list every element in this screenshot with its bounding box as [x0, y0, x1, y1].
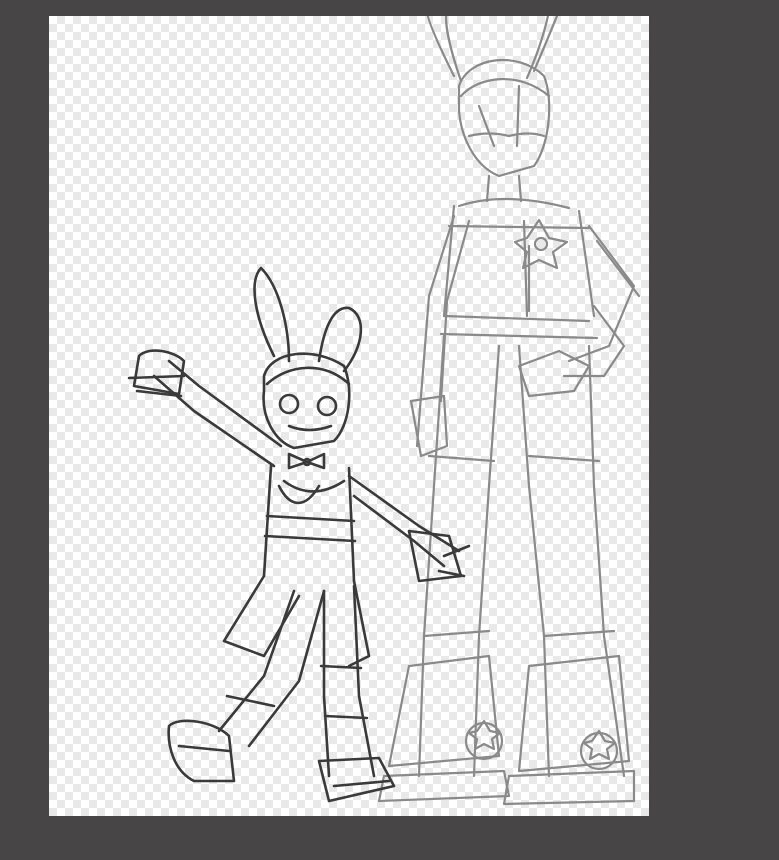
- tall-bunny-sketch: [377, 16, 641, 806]
- sketch-layer: [127, 16, 641, 806]
- small-bunny-sketch: [127, 266, 471, 803]
- workspace-background: [0, 0, 779, 860]
- drawing-canvas[interactable]: [49, 16, 649, 816]
